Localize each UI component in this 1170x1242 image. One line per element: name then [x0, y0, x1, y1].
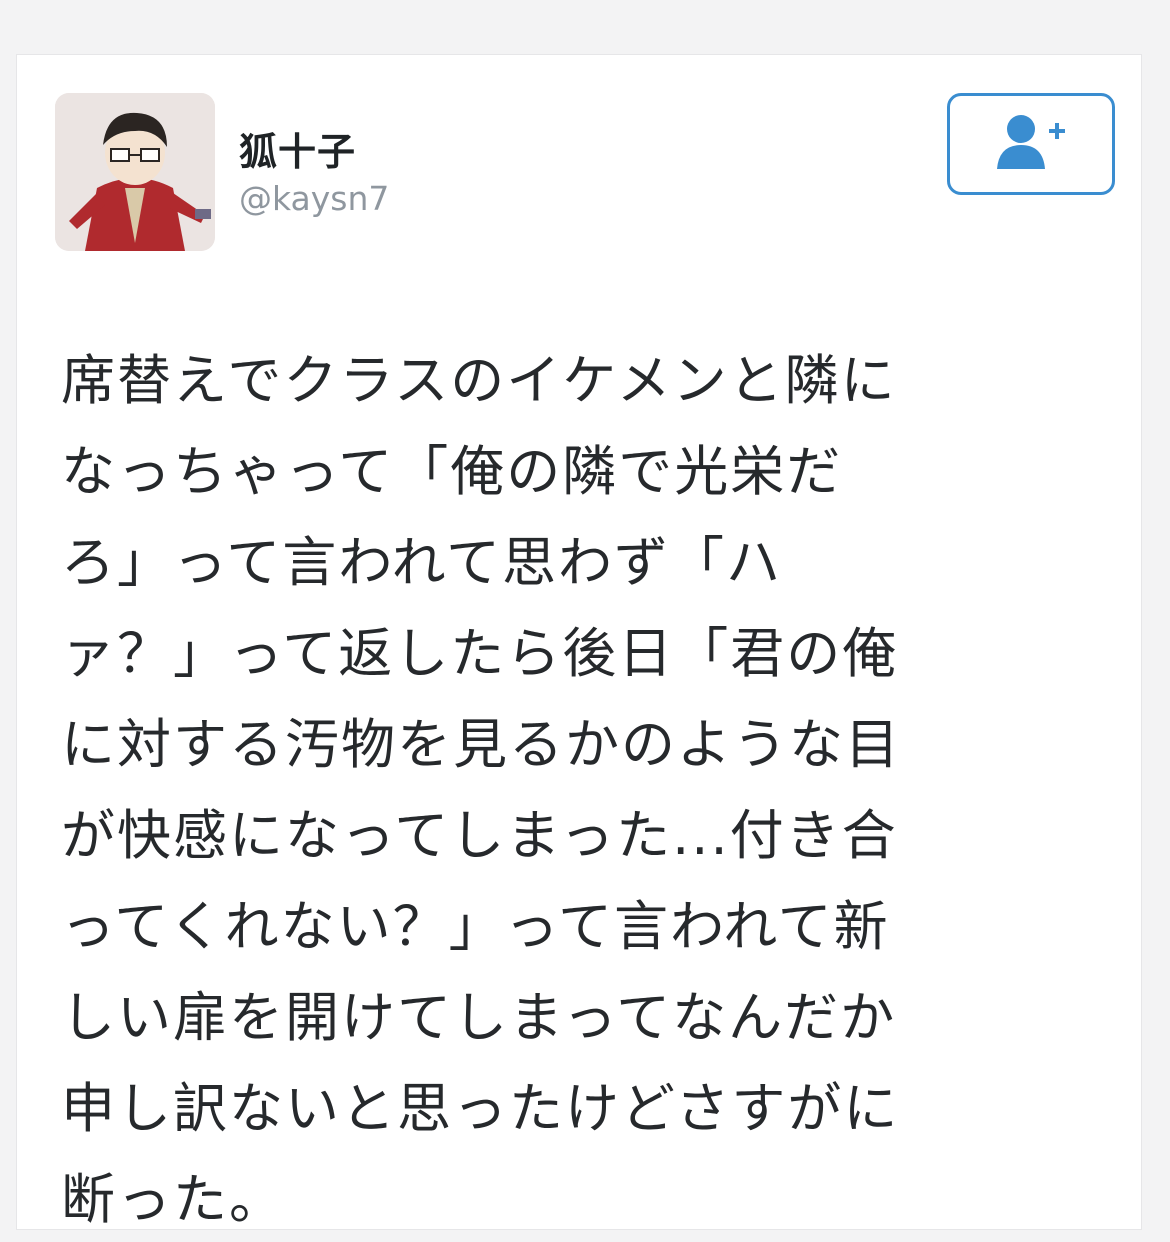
- author-display-name[interactable]: 狐十子: [239, 121, 356, 176]
- tweet-text-line: 席替えでクラスのイケメンと隣に: [61, 349, 897, 412]
- tweet-text-line: が快感になってしまった...付き合: [61, 804, 898, 867]
- tweet-card: 狐十子 @kaysn7 席替えでクラスのイケメンと隣に なっちゃって「俺の隣で光…: [16, 54, 1142, 1230]
- follow-button[interactable]: [947, 93, 1115, 195]
- tweet-text-line: しい扉を開けてしまってなんだか: [61, 986, 897, 1049]
- tweet-text-line: 断った。: [61, 1168, 285, 1230]
- tweet-text-line: ってくれない？」って言われて新: [61, 895, 890, 958]
- tweet-text-line: なっちゃって「俺の隣で光栄だ: [61, 440, 843, 503]
- tweet-text-line: ろ」って言われて思わず「ハ: [61, 531, 782, 594]
- add-user-icon: [993, 111, 1069, 177]
- tweet-text-line: ァ？」って返したら後日「君の俺: [61, 622, 899, 685]
- avatar[interactable]: [55, 93, 215, 251]
- tweet-text-line: に対する汚物を見るかのような目: [61, 713, 901, 776]
- tweet-text-line: 申し訳ないと思ったけどさすがに: [61, 1077, 900, 1140]
- tweet-text: 席替えでクラスのイケメンと隣に なっちゃって「俺の隣で光栄だ ろ」って言われて思…: [61, 335, 1101, 1230]
- author-handle[interactable]: @kaysn7: [239, 179, 389, 218]
